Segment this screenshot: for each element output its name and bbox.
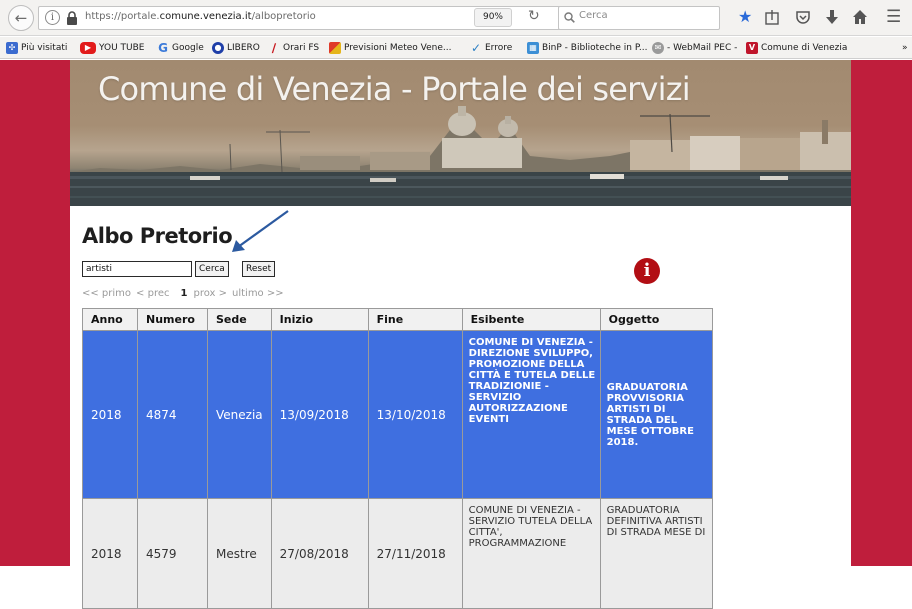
table-row[interactable]: 2018 4579 Mestre 27/08/2018 27/11/2018 C… xyxy=(82,498,713,609)
page-info-icon[interactable]: i xyxy=(45,10,60,25)
url-path: /albopretorio xyxy=(251,11,316,22)
browser-search-box[interactable] xyxy=(558,6,720,30)
col-esibente[interactable]: Esibente xyxy=(461,308,601,331)
bookmark-google[interactable]: G Google xyxy=(157,41,204,55)
cerca-button[interactable]: Cerca xyxy=(195,261,229,277)
cell-esibente: COMUNE DI VENEZIA - DIREZIONE SVILUPPO, … xyxy=(461,330,601,499)
zoom-level[interactable]: 90% xyxy=(474,8,512,27)
col-inizio[interactable]: Inizio xyxy=(270,308,369,331)
cell-esibente: COMUNE DI VENEZIA - SERVIZIO TUTELA DELL… xyxy=(461,498,601,609)
cell-numero: 4874 xyxy=(137,330,208,499)
header-banner: Comune di Venezia - Portale dei servizi xyxy=(70,60,851,206)
table-row[interactable]: 2018 4874 Venezia 13/09/2018 13/10/2018 … xyxy=(82,330,713,499)
pager-last[interactable]: ultimo >> xyxy=(232,288,284,299)
reading-list-icon[interactable] xyxy=(765,9,779,25)
search-icon xyxy=(564,12,575,23)
cell-fine: 27/11/2018 xyxy=(367,498,463,609)
cell-oggetto: GRADUATORIA DEFINITIVA ARTISTI DI STRADA… xyxy=(599,498,713,609)
banner-title: Comune di Venezia - Portale dei servizi xyxy=(98,70,691,108)
bookmark-meteo[interactable]: Previsioni Meteo Vene... xyxy=(329,41,451,55)
bookmark-label: Previsioni Meteo Vene... xyxy=(344,43,452,53)
bookmark-comune-venezia[interactable]: V Comune di Venezia xyxy=(746,41,847,55)
page-title: Albo Pretorio xyxy=(82,224,233,248)
bookmark-label: BinP - Biblioteche in P... xyxy=(542,43,648,53)
reload-icon[interactable]: ↻ xyxy=(528,8,540,24)
bookmark-label: YOU TUBE xyxy=(99,43,145,53)
browser-search-input[interactable] xyxy=(579,10,709,21)
libero-icon: ● xyxy=(212,42,224,54)
cell-oggetto: GRADUATORIA PROVVISORIA ARTISTI DI STRAD… xyxy=(599,330,713,499)
table-header-row: Anno Numero Sede Inizio Fine Esibente Og… xyxy=(82,308,713,331)
content-area: Comune di Venezia - Portale dei servizi … xyxy=(70,60,851,609)
bookmark-label: Errore xyxy=(485,43,513,53)
cell-anno: 2018 xyxy=(82,330,138,499)
bookmark-label: Più visitati xyxy=(21,43,68,53)
albo-search-input[interactable] xyxy=(82,261,192,277)
cell-sede: Venezia xyxy=(207,330,272,499)
bookmark-webmail-pec[interactable]: ✉ - WebMail PEC - xyxy=(652,41,737,55)
cell-sede: Mestre xyxy=(207,498,272,609)
cell-fine: 13/10/2018 xyxy=(367,330,463,499)
browser-navbar: ← i https://portale.comune.venezia.it/al… xyxy=(0,0,912,36)
bookmark-label: Comune di Venezia xyxy=(761,43,848,53)
bookmark-orari-fs[interactable]: ∕ Orari FS xyxy=(268,41,319,55)
pager-next[interactable]: prox > xyxy=(193,288,227,299)
home-icon[interactable] xyxy=(852,9,868,25)
bookmark-youtube[interactable]: ▶ YOU TUBE xyxy=(80,41,144,55)
bookmarks-overflow-icon[interactable]: » xyxy=(902,41,908,55)
bookmark-piu-visitati[interactable]: ✣ Più visitati xyxy=(6,41,67,55)
trenitalia-icon: ∕ xyxy=(271,41,277,55)
bookmarks-bar: ✣ Più visitati ▶ YOU TUBE G Google ● LIBERO … xyxy=(0,37,912,59)
youtube-icon: ▶ xyxy=(80,42,96,54)
error-icon: ✓ xyxy=(470,41,482,55)
col-fine[interactable]: Fine xyxy=(367,308,463,331)
info-icon[interactable]: i xyxy=(634,258,660,284)
cell-anno: 2018 xyxy=(82,498,138,609)
pager-prev[interactable]: < prec xyxy=(136,288,169,299)
cell-inizio: 27/08/2018 xyxy=(270,498,369,609)
meteo-icon xyxy=(329,42,341,54)
library-icon: ▦ xyxy=(527,42,539,54)
bookmark-libero[interactable]: ● LIBERO xyxy=(212,41,260,55)
col-anno[interactable]: Anno xyxy=(82,308,138,331)
pager-first[interactable]: << primo xyxy=(82,288,131,299)
url-text: https://portale.comune.venezia.it/albopr… xyxy=(85,11,316,22)
pagination: << primo < prec 1 prox > ultimo >> xyxy=(82,288,289,299)
bookmark-label: - WebMail PEC - xyxy=(667,43,738,53)
url-bar[interactable]: i https://portale.comune.venezia.it/albo… xyxy=(38,6,610,30)
lock-icon xyxy=(67,11,77,25)
back-arrow-icon[interactable]: ← xyxy=(8,5,34,31)
col-sede[interactable]: Sede xyxy=(207,308,272,331)
albo-table: Anno Numero Sede Inizio Fine Esibente Og… xyxy=(82,308,713,609)
cell-numero: 4579 xyxy=(137,498,208,609)
bookmark-label: Google xyxy=(172,43,204,53)
menu-icon[interactable]: ☰ xyxy=(886,9,901,26)
google-icon: G xyxy=(158,41,168,55)
reset-button[interactable]: Reset xyxy=(242,261,276,277)
page-background: Comune di Venezia - Portale dei servizi … xyxy=(0,60,912,609)
comune-icon: V xyxy=(746,42,758,54)
firefox-icon: ✣ xyxy=(6,42,18,54)
url-prefix: https://portale. xyxy=(85,11,160,22)
bookmark-star-icon[interactable]: ★ xyxy=(738,9,752,25)
download-icon[interactable] xyxy=(825,9,839,25)
pocket-icon[interactable] xyxy=(795,9,811,25)
url-domain: comune.venezia.it xyxy=(159,11,252,22)
pager-current: 1 xyxy=(180,288,188,299)
col-oggetto[interactable]: Oggetto xyxy=(599,308,713,331)
bookmark-label: Orari FS xyxy=(283,43,320,53)
bookmark-label: LIBERO xyxy=(227,43,260,53)
bookmark-binp[interactable]: ▦ BinP - Biblioteche in P... xyxy=(527,41,647,55)
webmail-icon: ✉ xyxy=(652,42,664,54)
cell-inizio: 13/09/2018 xyxy=(270,330,369,499)
col-numero[interactable]: Numero xyxy=(137,308,208,331)
bookmark-errore[interactable]: ✓ Errore xyxy=(470,41,512,55)
